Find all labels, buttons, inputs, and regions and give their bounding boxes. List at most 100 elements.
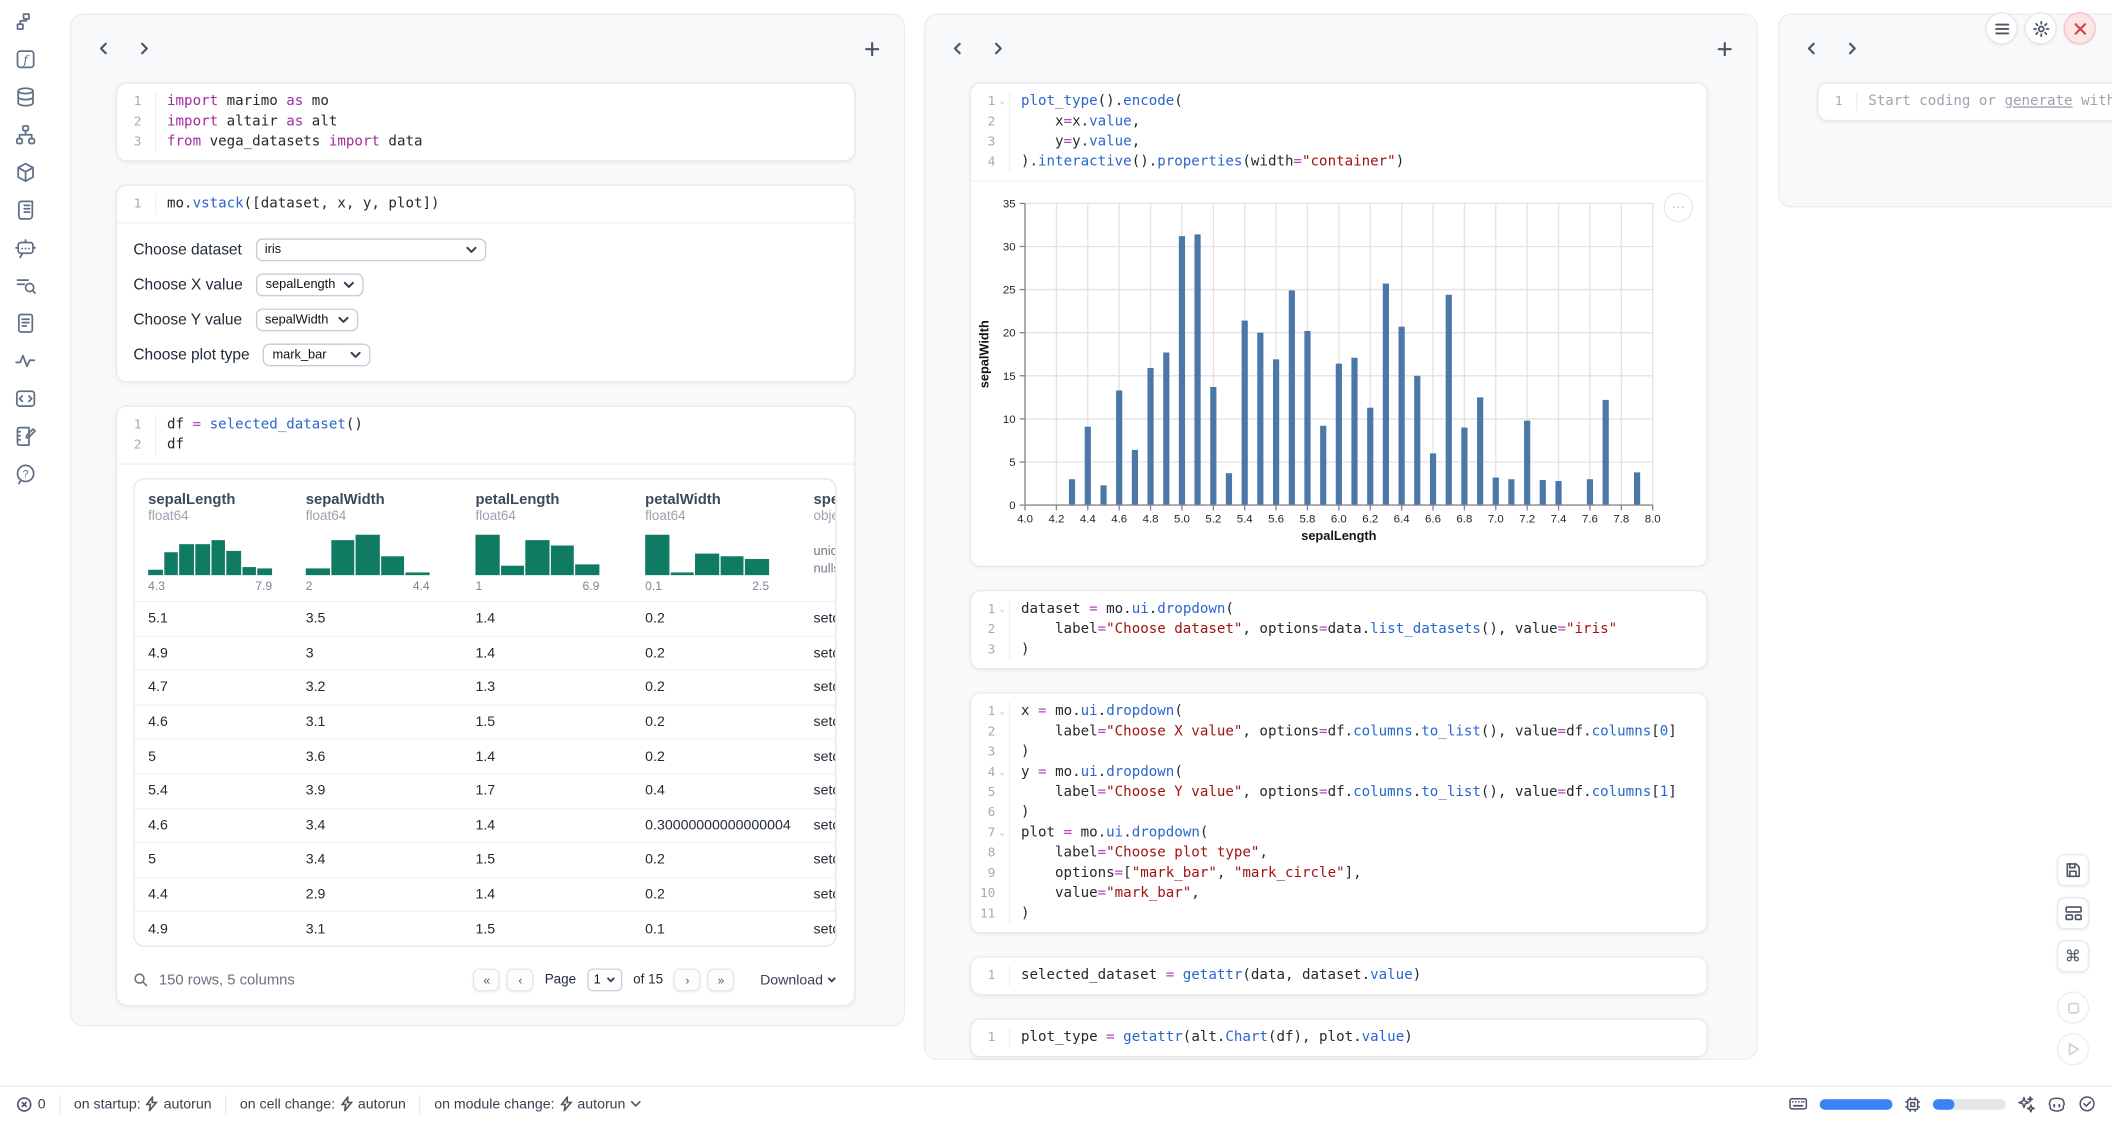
code-editor[interactable]: 1⌄x = mo.ui.dropdown(2 label="Choose X v… xyxy=(971,694,1706,932)
code-line[interactable]: 1import marimo as mo xyxy=(117,92,854,112)
code-line[interactable]: 3from vega_datasets import data xyxy=(117,132,854,152)
table-row[interactable]: 4.63.41.40.30000000000000004setosa xyxy=(135,808,835,842)
fold-chevron-icon[interactable]: ⌄ xyxy=(995,762,1008,782)
code-line[interactable]: 2 x=x.value, xyxy=(971,112,1706,132)
code-editor[interactable]: 1⌄plot_type().encode(2 x=x.value,3 y=y.v… xyxy=(971,84,1706,181)
layout-button[interactable] xyxy=(2057,897,2089,929)
column-header[interactable]: sepalLengthfloat644.37.9 xyxy=(135,480,293,601)
fold-chevron-icon[interactable]: ⌄ xyxy=(995,823,1008,843)
column-header[interactable]: speciesobjectunique:nulls: xyxy=(800,480,836,601)
next-page-button[interactable]: › xyxy=(674,969,701,992)
table-row[interactable]: 4.931.40.2setosa xyxy=(135,635,835,669)
sidebar-variables-icon[interactable] xyxy=(15,350,37,372)
code-editor[interactable]: 1import marimo as mo2import altair as al… xyxy=(117,84,854,161)
sidebar-datasources-icon[interactable] xyxy=(15,86,37,108)
code-line[interactable]: 11) xyxy=(971,904,1706,924)
run-config-item[interactable]: on cell change:autorun xyxy=(240,1096,406,1112)
chart-actions-button[interactable]: ⋯ xyxy=(1663,193,1693,223)
code-line[interactable]: 1mo.vstack([dataset, x, y, plot]) xyxy=(117,194,854,214)
code-line[interactable]: 6) xyxy=(971,803,1706,823)
dataset-select[interactable]: iris xyxy=(255,238,485,261)
table-row[interactable]: 4.63.11.50.2setosa xyxy=(135,704,835,738)
sidebar-snippets-icon[interactable] xyxy=(15,388,37,410)
code-line[interactable]: 2 label="Choose dataset", options=data.l… xyxy=(971,620,1706,640)
interrupt-button[interactable] xyxy=(2057,991,2089,1023)
keyboard-shortcuts-button[interactable]: ⌘ xyxy=(2057,940,2089,972)
column-prev-button[interactable] xyxy=(947,38,969,60)
column-header[interactable]: petalWidthfloat640.12.5 xyxy=(632,480,800,601)
code-line[interactable]: 7⌄plot = mo.ui.dropdown( xyxy=(971,823,1706,843)
download-button[interactable]: Download xyxy=(760,972,836,988)
settings-button[interactable] xyxy=(2024,12,2056,44)
code-line[interactable]: 10 value="mark_bar", xyxy=(971,884,1706,904)
table-row[interactable]: 4.42.91.40.2setosa xyxy=(135,877,835,911)
shutdown-button[interactable] xyxy=(2064,12,2096,44)
search-icon[interactable] xyxy=(133,973,148,988)
table-row[interactable]: 53.61.40.2setosa xyxy=(135,739,835,773)
sidebar-scratchpad-icon[interactable] xyxy=(15,426,37,448)
sidebar-packages-icon[interactable] xyxy=(15,162,37,184)
fold-chevron-icon[interactable]: ⌄ xyxy=(995,599,1008,619)
code-line[interactable]: 2 label="Choose X value", options=df.col… xyxy=(971,722,1706,742)
table-row[interactable]: 5.43.91.70.4setosa xyxy=(135,773,835,807)
fold-chevron-icon[interactable]: ⌄ xyxy=(995,702,1008,722)
run-config-item[interactable]: on module change:autorun xyxy=(434,1096,641,1112)
code-line[interactable]: 4⌄y = mo.ui.dropdown( xyxy=(971,762,1706,782)
code-line[interactable]: 5 label="Choose Y value", options=df.col… xyxy=(971,783,1706,803)
code-line[interactable]: 1df = selected_dataset() xyxy=(117,415,854,435)
code-editor[interactable]: 1plot_type = getattr(alt.Chart(df), plot… xyxy=(971,1020,1706,1056)
code-line[interactable]: 8 label="Choose plot type", xyxy=(971,843,1706,863)
code-line[interactable]: 3) xyxy=(971,742,1706,762)
code-editor[interactable]: 1df = selected_dataset()2df xyxy=(117,407,854,464)
generate-with-ai-link[interactable]: generate xyxy=(2004,93,2072,109)
sidebar-help-icon[interactable]: ? xyxy=(15,463,37,485)
table-row[interactable]: 53.41.50.2setosa xyxy=(135,842,835,876)
page-select[interactable]: 1 xyxy=(587,969,622,992)
code-line[interactable]: 2df xyxy=(117,435,854,455)
column-next-button[interactable] xyxy=(133,38,155,60)
x-value-select[interactable]: sepalLength xyxy=(256,273,364,296)
y-value-select[interactable]: sepalWidth xyxy=(256,308,358,331)
table-row[interactable]: 4.73.21.30.2setosa xyxy=(135,670,835,704)
column-next-button[interactable] xyxy=(1841,38,1863,60)
code-line[interactable]: 1⌄plot_type().encode( xyxy=(971,92,1706,112)
code-editor[interactable]: 1selected_dataset = getattr(data, datase… xyxy=(971,958,1706,994)
code-editor[interactable]: 1 Start coding or generate with xyxy=(1818,84,2112,120)
sidebar-functions-icon[interactable]: f xyxy=(15,48,37,70)
sidebar-file-explorer-icon[interactable] xyxy=(15,11,37,33)
code-line[interactable]: 9 options=["mark_bar", "mark_circle"], xyxy=(971,863,1706,883)
column-header[interactable]: sepalWidthfloat6424.4 xyxy=(292,480,462,601)
code-editor[interactable]: 1⌄dataset = mo.ui.dropdown(2 label="Choo… xyxy=(971,591,1706,668)
column-header[interactable]: petalLengthfloat6416.9 xyxy=(462,480,632,601)
sidebar-documentation-icon[interactable] xyxy=(15,312,37,334)
column-next-button[interactable] xyxy=(987,38,1009,60)
code-line[interactable]: 2import altair as alt xyxy=(117,112,854,132)
column-prev-button[interactable] xyxy=(93,38,115,60)
notebook-menu-button[interactable] xyxy=(1985,12,2017,44)
code-line[interactable]: 3 y=y.value, xyxy=(971,132,1706,152)
sidebar-dependency-graph-icon[interactable] xyxy=(15,124,37,146)
first-page-button[interactable]: « xyxy=(473,969,500,992)
sidebar-tracing-icon[interactable] xyxy=(15,275,37,297)
errors-indicator[interactable]: 0 xyxy=(16,1096,45,1112)
last-page-button[interactable]: » xyxy=(708,969,735,992)
connection-status-icon[interactable] xyxy=(2078,1095,2096,1113)
table-row[interactable]: 5.13.51.40.2setosa xyxy=(135,601,835,635)
code-line[interactable]: 1selected_dataset = getattr(data, datase… xyxy=(971,966,1706,986)
plot-type-select[interactable]: mark_bar xyxy=(263,343,371,366)
run-all-button[interactable] xyxy=(2057,1033,2089,1065)
save-button[interactable] xyxy=(2057,854,2089,886)
code-line[interactable]: 1⌄dataset = mo.ui.dropdown( xyxy=(971,599,1706,619)
run-config-item[interactable]: on startup:autorun xyxy=(74,1096,212,1112)
code-line[interactable]: 3) xyxy=(971,640,1706,660)
code-line[interactable]: 1plot_type = getattr(alt.Chart(df), plot… xyxy=(971,1028,1706,1048)
add-cell-button[interactable] xyxy=(1713,38,1735,60)
prev-page-button[interactable]: ‹ xyxy=(507,969,534,992)
copilot-icon[interactable] xyxy=(2047,1096,2066,1112)
code-editor[interactable]: 1mo.vstack([dataset, x, y, plot]) xyxy=(117,186,854,222)
code-line[interactable]: 1⌄x = mo.ui.dropdown( xyxy=(971,702,1706,722)
sidebar-ai-chat-icon[interactable] xyxy=(15,237,37,259)
code-line[interactable]: 4).interactive().properties(width="conta… xyxy=(971,152,1706,172)
add-cell-button[interactable] xyxy=(861,38,883,60)
ai-sparkles-icon[interactable] xyxy=(2018,1095,2036,1113)
